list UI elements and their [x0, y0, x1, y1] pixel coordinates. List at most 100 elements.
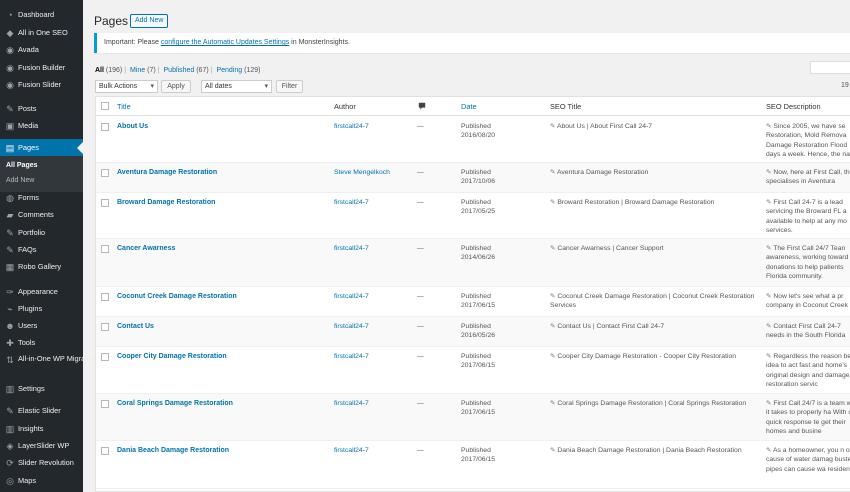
- page-title-link[interactable]: Cooper City Damage Restoration: [117, 352, 227, 361]
- column-date[interactable]: Date: [461, 102, 477, 111]
- filter-all[interactable]: All: [95, 67, 104, 74]
- pencil-icon[interactable]: ✎: [766, 293, 771, 300]
- select-all-checkbox[interactable]: [101, 102, 109, 110]
- author-link[interactable]: firstcall24-7: [334, 352, 369, 361]
- comments-icon: ▰: [6, 209, 14, 220]
- author-link[interactable]: firstcall24-7: [334, 292, 369, 301]
- sidebar-item-fusion-slider[interactable]: ◉ Fusion Slider: [0, 76, 83, 93]
- pencil-icon[interactable]: ✎: [766, 245, 771, 252]
- dates-select[interactable]: All dates: [201, 80, 272, 93]
- sidebar-item-slider-revolution[interactable]: ⟳ Slider Revolution: [0, 454, 83, 471]
- pencil-icon[interactable]: ✎: [766, 323, 771, 330]
- page-title-link[interactable]: Dania Beach Damage Restoration: [117, 446, 229, 455]
- sidebar-item-portfolio[interactable]: ✎ Portfolio: [0, 224, 83, 241]
- sidebar-item-comments[interactable]: ▰ Comments: [0, 206, 83, 223]
- pencil-icon[interactable]: ✎: [766, 169, 771, 176]
- filter-mine[interactable]: Mine: [130, 67, 145, 74]
- filter-pending[interactable]: Pending: [216, 67, 242, 74]
- seo-description-cell: ✎ Since 2005, we have se Restoration, Mo…: [766, 123, 850, 158]
- author-link[interactable]: firstcall24-7: [334, 399, 369, 408]
- sidebar-item-elastic-slider[interactable]: ✎ Elastic Slider: [0, 402, 83, 419]
- sidebar-item-all-in-one-seo[interactable]: ◆ All in One SEO: [0, 24, 83, 41]
- comment-count: —: [417, 400, 424, 407]
- pencil-icon[interactable]: ✎: [766, 123, 771, 130]
- sidebar-item-insights[interactable]: ▥ Insights: [0, 420, 83, 437]
- main-content: Pages Add New Important: Please configur…: [83, 0, 850, 492]
- seo-title-cell: ✎ Cancer Awarness | Cancer Support: [550, 245, 664, 252]
- row-checkbox[interactable]: [101, 353, 109, 361]
- author-link[interactable]: firstcall24-7: [334, 244, 369, 253]
- filter-button[interactable]: Filter: [276, 80, 303, 93]
- row-checkbox[interactable]: [101, 199, 109, 207]
- page-title-link[interactable]: Coconut Creek Damage Restoration: [117, 292, 237, 301]
- pencil-icon[interactable]: ✎: [550, 293, 555, 300]
- sidebar-item-label: Slider Revolution: [18, 458, 74, 467]
- page-title-link[interactable]: Contact Us: [117, 322, 154, 331]
- pencil-icon[interactable]: ✎: [550, 199, 555, 206]
- pencil-icon[interactable]: ✎: [550, 400, 555, 407]
- pencil-icon[interactable]: ✎: [766, 353, 771, 360]
- row-checkbox[interactable]: [101, 245, 109, 253]
- sidebar-item-faqs[interactable]: ✎ FAQs: [0, 241, 83, 258]
- comment-count: —: [417, 323, 424, 330]
- pencil-icon[interactable]: ✎: [550, 323, 555, 330]
- sidebar-item-pages[interactable]: ▤ Pages: [0, 139, 83, 156]
- page-title-link[interactable]: Cancer Awarness: [117, 244, 175, 253]
- sidebar-item-plugins[interactable]: ⌁ Plugins: [0, 300, 83, 317]
- row-checkbox[interactable]: [101, 323, 109, 331]
- sidebar-item-fusion-builder[interactable]: ◉ Fusion Builder: [0, 59, 83, 76]
- add-new-button[interactable]: Add New: [130, 14, 169, 28]
- post-status: Published: [461, 245, 491, 252]
- comment-bubble-icon[interactable]: [418, 102, 426, 110]
- page-title-link[interactable]: About Us: [117, 122, 148, 131]
- seo-title-cell: ✎ Coral Springs Damage Restoration | Cor…: [550, 400, 747, 407]
- sidebar-item-users[interactable]: ☻ Users: [0, 317, 83, 334]
- sidebar-item-dashboard[interactable]: ◔ Dashboard: [0, 6, 83, 23]
- search-input[interactable]: [810, 61, 850, 74]
- filter-published[interactable]: Published: [164, 67, 195, 74]
- bulk-actions-select[interactable]: Bulk Actions: [95, 80, 158, 93]
- page-title-link[interactable]: Broward Damage Restoration: [117, 198, 215, 207]
- sidebar-item-layerslider-wp[interactable]: ◈ LayerSlider WP: [0, 437, 83, 454]
- sidebar-item-tools[interactable]: ✚ Tools: [0, 334, 83, 351]
- page-title-link[interactable]: Aventura Damage Restoration: [117, 168, 217, 177]
- post-status: Published: [461, 323, 491, 330]
- row-checkbox[interactable]: [101, 293, 109, 301]
- post-status: Published: [461, 123, 491, 130]
- page-title-link[interactable]: Coral Springs Damage Restoration: [117, 399, 233, 408]
- sidebar-item-robo-gallery[interactable]: ▦ Robo Gallery: [0, 258, 83, 275]
- sidebar-item-appearance[interactable]: ✑ Appearance: [0, 283, 83, 300]
- sidebar-item-all-in-one-wp-migration[interactable]: ⇅ All-in-One WP Migration: [0, 354, 97, 376]
- sidebar-item-label: Tools: [18, 338, 36, 347]
- sidebar-item-maps[interactable]: ◎ Maps: [0, 472, 83, 489]
- author-link[interactable]: firstcall24-7: [334, 198, 369, 207]
- pencil-icon[interactable]: ✎: [550, 447, 555, 454]
- row-checkbox[interactable]: [101, 400, 109, 408]
- column-author: Author: [334, 102, 356, 111]
- submenu-add-new[interactable]: Add New: [6, 177, 34, 184]
- row-checkbox[interactable]: [101, 123, 109, 131]
- pencil-icon[interactable]: ✎: [766, 400, 771, 407]
- author-link[interactable]: firstcall24-7: [334, 446, 369, 455]
- pencil-icon[interactable]: ✎: [766, 199, 771, 206]
- author-link[interactable]: Steve Mengelkoch: [334, 168, 390, 177]
- post-status: Published: [461, 169, 491, 176]
- pencil-icon[interactable]: ✎: [550, 245, 555, 252]
- author-link[interactable]: firstcall24-7: [334, 322, 369, 331]
- row-checkbox[interactable]: [101, 169, 109, 177]
- pencil-icon[interactable]: ✎: [550, 123, 555, 130]
- insights-icon: ▥: [5, 423, 15, 434]
- submenu-all-pages[interactable]: All Pages: [6, 162, 38, 169]
- sidebar-item-settings[interactable]: ▥ Settings: [0, 380, 83, 397]
- pencil-icon[interactable]: ✎: [766, 447, 771, 454]
- row-checkbox[interactable]: [101, 447, 109, 455]
- configure-updates-link[interactable]: configure the Automatic Updates Settings: [161, 39, 289, 46]
- column-title[interactable]: Title: [117, 102, 131, 111]
- sidebar-item-avada[interactable]: ◉ Avada: [0, 41, 83, 58]
- pencil-icon[interactable]: ✎: [550, 169, 555, 176]
- apply-button[interactable]: Apply: [161, 80, 191, 93]
- sidebar-item-media[interactable]: ▣ Media: [0, 117, 83, 134]
- pencil-icon[interactable]: ✎: [550, 353, 555, 360]
- sidebar-item-posts[interactable]: ✎ Posts: [0, 100, 83, 117]
- author-link[interactable]: firstcall24-7: [334, 122, 369, 131]
